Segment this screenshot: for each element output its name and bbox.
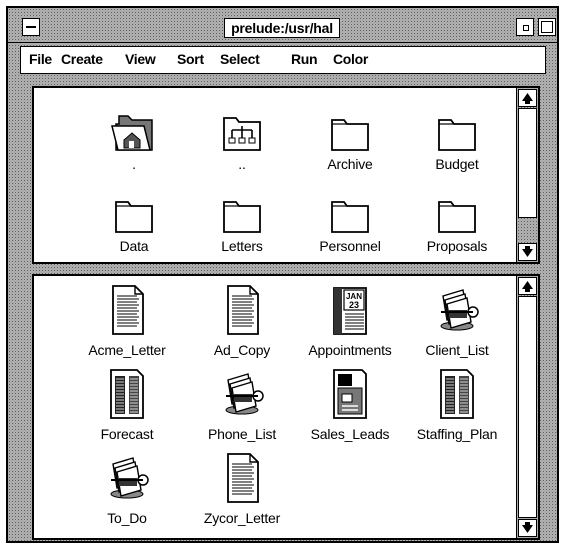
folder-item[interactable]: Archive (326, 110, 374, 172)
scroll-up-arrow-icon[interactable] (518, 277, 537, 295)
folder-label: Letters (221, 238, 263, 254)
file-label: Ad_Copy (213, 342, 271, 358)
file-manager-window: prelude:/usr/hal File Create View Sort S… (6, 6, 559, 543)
scroll-down-arrow-icon[interactable] (518, 243, 537, 261)
menu-bar: File Create View Sort Select Run Color (20, 46, 546, 74)
maximize-button[interactable] (538, 18, 556, 36)
folder-label: Data (119, 238, 149, 254)
file-label: To_Do (107, 510, 147, 526)
folder-item[interactable]: Letters (218, 192, 266, 254)
file-item[interactable]: Forecast (101, 368, 154, 442)
scroll-down-arrow-icon[interactable] (518, 519, 537, 537)
form-icon (333, 369, 367, 419)
folder-item[interactable]: Proposals (427, 192, 487, 254)
folder-icon (438, 201, 476, 233)
folder-icon (331, 201, 369, 233)
file-item[interactable]: Acme_Letter (88, 284, 166, 358)
rolodex-icon (440, 289, 479, 331)
folders-scrollbar[interactable] (516, 88, 538, 262)
file-label: Sales_Leads (310, 426, 390, 442)
window-title: prelude:/usr/hal (224, 18, 340, 38)
folder-item[interactable]: Budget (433, 110, 481, 172)
rolodex-icon (110, 457, 149, 499)
folder-label: Budget (435, 156, 479, 172)
file-label: Zycor_Letter (203, 510, 281, 526)
folder-icon (223, 201, 261, 233)
parent-folder-icon (223, 117, 261, 151)
folder-label: .. (238, 156, 246, 172)
file-item[interactable]: Phone_List (208, 368, 276, 442)
document-icon (227, 285, 259, 335)
folder-label: Personnel (319, 238, 381, 254)
file-item[interactable]: Ad_Copy (214, 284, 270, 358)
minimize-button[interactable] (516, 18, 534, 36)
menu-file[interactable]: File (29, 51, 52, 67)
folders-pane: ... Archive Budget Data Letters Personnel Prop… (32, 86, 540, 264)
rolodex-icon (225, 373, 264, 415)
folder-item[interactable]: Personnel (319, 192, 381, 254)
file-item[interactable]: Client_List (425, 284, 489, 358)
menu-run[interactable]: Run (291, 51, 318, 67)
file-label: Acme_Letter (88, 342, 166, 358)
folder-icon (438, 119, 476, 151)
file-label: Staffing_Plan (416, 426, 498, 442)
spreadsheet-icon (440, 369, 474, 419)
folder-icon (331, 119, 369, 151)
folder-label: . (132, 156, 136, 172)
file-item[interactable]: To_Do (103, 452, 151, 526)
file-label: Appointments (308, 342, 392, 358)
calendar-day-text: 23 (349, 300, 359, 310)
folder-item[interactable]: Data (110, 192, 158, 254)
folder-label: Proposals (426, 238, 488, 254)
file-item[interactable]: Zycor_Letter (204, 452, 280, 526)
file-label: Forecast (100, 426, 154, 442)
files-pane: Acme_Letter Ad_Copy JAN 23 Appointments Clien… (32, 274, 540, 540)
document-icon (227, 453, 259, 503)
folder-item[interactable]: .. (218, 110, 266, 172)
folders-scroll-thumb[interactable] (518, 108, 537, 218)
menu-color[interactable]: Color (333, 51, 368, 67)
window-menu-button[interactable] (22, 18, 40, 36)
title-bar[interactable]: prelude:/usr/hal (8, 8, 557, 43)
files-scroll-thumb[interactable] (518, 296, 537, 518)
spreadsheet-icon (110, 369, 144, 419)
files-scrollbar[interactable] (516, 276, 538, 538)
home-folder-icon (111, 115, 153, 151)
file-item[interactable]: Sales_Leads (311, 368, 390, 442)
file-item[interactable]: JAN 23 Appointments (308, 284, 392, 358)
scroll-up-arrow-icon[interactable] (518, 89, 537, 107)
menu-sort[interactable]: Sort (177, 51, 204, 67)
folder-label: Archive (327, 156, 373, 172)
document-icon (112, 285, 144, 335)
menu-create[interactable]: Create (61, 51, 103, 67)
file-item[interactable]: Staffing_Plan (417, 368, 497, 442)
file-label: Phone_List (207, 426, 277, 442)
calendar-icon: JAN23 (333, 287, 367, 335)
folder-item[interactable]: . (110, 110, 158, 172)
folder-icon (115, 201, 153, 233)
menu-view[interactable]: View (125, 51, 156, 67)
menu-select[interactable]: Select (220, 51, 260, 67)
file-label: Client_List (425, 342, 489, 358)
